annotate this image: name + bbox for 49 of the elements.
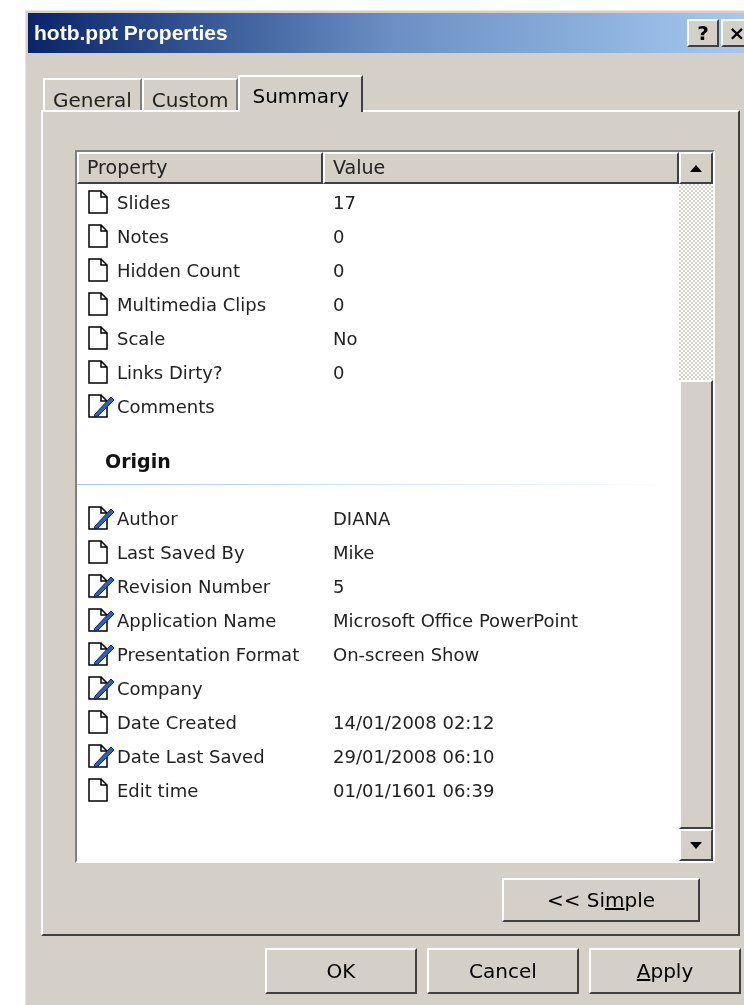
property-name: Scale — [117, 326, 166, 351]
property-value: 01/01/1601 06:39 — [332, 778, 495, 803]
window-title: hotb.ppt Properties — [34, 20, 228, 47]
property-name: Comments — [117, 394, 215, 419]
property-name: Edit time — [117, 778, 199, 803]
tab[interactable]: General — [43, 78, 142, 110]
ok-button[interactable]: OK — [265, 948, 417, 994]
property-name: Last Saved By — [117, 540, 245, 565]
scroll-up-button[interactable] — [679, 152, 713, 184]
property-value: No — [332, 326, 358, 351]
property-value: 5 — [332, 574, 345, 599]
simple-button[interactable]: << Simple — [502, 878, 700, 922]
property-name: Presentation Format — [117, 642, 300, 667]
tab[interactable]: Custom — [141, 78, 239, 110]
property-name: Company — [117, 676, 203, 701]
column-header[interactable]: Value — [323, 152, 679, 184]
column-header[interactable]: Property — [77, 152, 323, 184]
down-arrow-icon — [690, 841, 702, 849]
tab[interactable]: Summary — [238, 75, 364, 112]
property-name: Date Last Saved — [117, 744, 265, 769]
property-name: Application Name — [117, 608, 277, 633]
property-value: 17 — [332, 190, 356, 215]
scrollbar[interactable] — [679, 152, 713, 861]
apply-button[interactable]: Apply — [589, 948, 741, 994]
property-name: Links Dirty? — [117, 360, 223, 385]
property-value: On-screen Show — [332, 642, 480, 667]
up-arrow-icon — [690, 164, 702, 172]
property-name: Hidden Count — [117, 258, 241, 283]
scroll-thumb[interactable] — [679, 380, 713, 829]
property-value: 0 — [332, 258, 345, 283]
property-value: Microsoft Office PowerPoint — [332, 608, 578, 633]
property-value: 0 — [332, 224, 345, 249]
cancel-button[interactable]: Cancel — [427, 948, 579, 994]
scroll-down-button[interactable] — [679, 829, 713, 861]
close-button[interactable]: × — [721, 19, 744, 47]
property-name: Slides — [117, 190, 171, 215]
property-value: 0 — [332, 292, 345, 317]
property-value: Mike — [332, 540, 375, 565]
property-value: 0 — [332, 360, 345, 385]
help-button[interactable]: ? — [687, 19, 719, 47]
property-name: Date Created — [117, 710, 237, 735]
property-name: Notes — [117, 224, 169, 249]
property-value: 29/01/2008 06:10 — [332, 744, 495, 769]
property-name: Multimedia Clips — [117, 292, 267, 317]
property-value: 14/01/2008 02:12 — [332, 710, 495, 735]
group-heading: Origin — [104, 448, 172, 474]
property-value: DIANA — [332, 506, 391, 531]
property-name: Revision Number — [117, 574, 271, 599]
property-name: Author — [117, 506, 178, 531]
